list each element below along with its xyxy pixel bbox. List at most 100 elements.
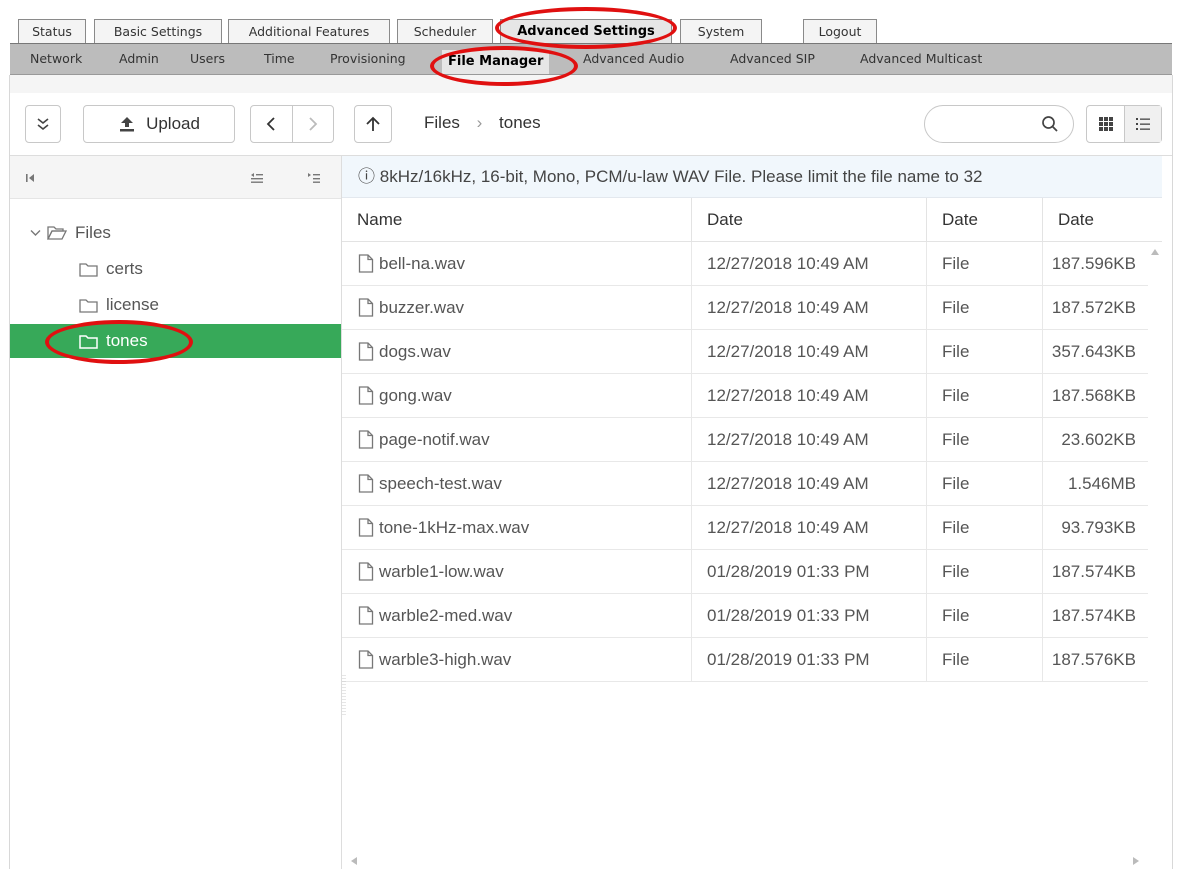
- collapse-toolbar-button[interactable]: [25, 105, 61, 143]
- file-name: tone-1kHz-max.wav: [379, 518, 530, 537]
- file-name: warble1-low.wav: [379, 562, 504, 581]
- tree-item-label: Files: [75, 223, 111, 242]
- subtab-users[interactable]: Users: [190, 44, 225, 74]
- tab-advanced-settings[interactable]: Advanced Settings: [500, 19, 672, 43]
- subtab-advanced-multicast[interactable]: Advanced Multicast: [860, 44, 982, 74]
- tree-item-license[interactable]: license: [10, 288, 341, 322]
- info-icon: ⓘ: [358, 167, 375, 186]
- file-icon: [358, 430, 374, 449]
- file-name: warble3-high.wav: [379, 650, 512, 669]
- file-size: 1.546MB: [1067, 474, 1136, 493]
- file-size: 187.568KB: [1051, 386, 1136, 405]
- subtab-provisioning[interactable]: Provisioning: [330, 44, 406, 74]
- parent-folder-button[interactable]: [354, 105, 392, 143]
- tab-status[interactable]: Status: [18, 19, 86, 43]
- file-type: File: [927, 242, 1043, 285]
- chevron-down-icon[interactable]: [30, 229, 41, 237]
- subtab-file-manager[interactable]: File Manager: [442, 50, 550, 74]
- tab-additional-features[interactable]: Additional Features: [228, 19, 390, 43]
- file-name-cell: gong.wav: [342, 374, 692, 417]
- back-button[interactable]: [251, 106, 293, 142]
- chevron-right-icon: [309, 117, 318, 131]
- file-name-cell: warble1-low.wav: [342, 550, 692, 593]
- tree-item-label: license: [106, 295, 159, 314]
- scroll-up-icon[interactable]: [1150, 248, 1160, 256]
- file-size: 187.574KB: [1051, 606, 1136, 625]
- file-name-cell: buzzer.wav: [342, 286, 692, 329]
- file-icon: [358, 386, 374, 405]
- collapse-all-icon[interactable]: [25, 172, 37, 184]
- file-date: 12/27/2018 10:49 AM: [692, 506, 927, 549]
- subtab-network[interactable]: Network: [30, 44, 82, 74]
- upload-button[interactable]: Upload: [83, 105, 235, 143]
- list-view-button[interactable]: [1125, 106, 1161, 142]
- tree-item-files[interactable]: Files: [10, 216, 341, 250]
- file-size: 93.793KB: [1061, 518, 1136, 537]
- table-row[interactable]: tone-1kHz-max.wav 12/27/2018 10:49 AM File…: [342, 506, 1162, 550]
- scroll-left-icon[interactable]: [350, 856, 358, 866]
- tree-item-label: tones: [106, 331, 148, 350]
- subtab-advanced-sip[interactable]: Advanced SIP: [730, 44, 815, 74]
- upload-label: Upload: [146, 114, 200, 133]
- forward-button[interactable]: [293, 106, 334, 142]
- outdent-icon[interactable]: [250, 172, 264, 184]
- tab-scheduler[interactable]: Scheduler: [397, 19, 493, 43]
- column-header-date[interactable]: Date: [692, 198, 927, 241]
- table-row[interactable]: bell-na.wav 12/27/2018 10:49 AM File 187.59…: [342, 242, 1162, 286]
- grid-view-button[interactable]: [1087, 106, 1126, 142]
- scroll-right-icon[interactable]: [1132, 856, 1140, 866]
- tab-basic-settings[interactable]: Basic Settings: [94, 19, 222, 43]
- search-icon[interactable]: [1041, 115, 1059, 133]
- tree-item-label: certs: [106, 259, 143, 278]
- search-input[interactable]: [924, 105, 1074, 143]
- file-icon: [358, 562, 374, 581]
- subtab-time[interactable]: Time: [264, 44, 295, 74]
- pane-splitter[interactable]: [342, 675, 346, 715]
- breadcrumb-files[interactable]: Files: [424, 113, 460, 132]
- table-row[interactable]: page-notif.wav 12/27/2018 10:49 AM File 23.…: [342, 418, 1162, 462]
- column-header-size[interactable]: Date: [1043, 198, 1162, 241]
- tree-item-tones[interactable]: tones: [10, 324, 341, 358]
- tab-logout[interactable]: Logout: [803, 19, 877, 43]
- column-header-type[interactable]: Date: [927, 198, 1043, 241]
- file-name-cell: dogs.wav: [342, 330, 692, 373]
- table-row[interactable]: warble2-med.wav 01/28/2019 01:33 PM File 18…: [342, 594, 1162, 638]
- subtab-admin[interactable]: Admin: [119, 44, 159, 74]
- table-row[interactable]: gong.wav 12/27/2018 10:49 AM File 187.568KB: [342, 374, 1162, 418]
- file-date: 12/27/2018 10:49 AM: [692, 418, 927, 461]
- column-header-name[interactable]: Name: [342, 198, 692, 241]
- vertical-scrollbar[interactable]: [1148, 242, 1162, 867]
- sub-tab-bar: Network Admin Users Time Provisioning Fi…: [10, 43, 1172, 75]
- file-date: 12/27/2018 10:49 AM: [692, 242, 927, 285]
- upload-icon: [120, 117, 135, 132]
- tree-item-certs[interactable]: certs: [10, 252, 341, 286]
- folder-open-icon: [47, 226, 67, 240]
- file-icon: [358, 518, 374, 537]
- file-date: 12/27/2018 10:49 AM: [692, 330, 927, 373]
- file-table-header: Name Date Date Date: [342, 198, 1162, 242]
- file-date: 12/27/2018 10:49 AM: [692, 374, 927, 417]
- indent-icon[interactable]: [307, 172, 321, 184]
- file-size: 187.596KB: [1051, 254, 1136, 273]
- table-row[interactable]: warble1-low.wav 01/28/2019 01:33 PM File 18…: [342, 550, 1162, 594]
- file-date: 12/27/2018 10:49 AM: [692, 462, 927, 505]
- table-row[interactable]: dogs.wav 12/27/2018 10:49 AM File 357.643KB: [342, 330, 1162, 374]
- double-chevron-down-icon: [37, 118, 49, 131]
- table-row[interactable]: buzzer.wav 12/27/2018 10:49 AM File 187.572…: [342, 286, 1162, 330]
- file-name: buzzer.wav: [379, 298, 465, 317]
- file-icon: [358, 254, 374, 273]
- file-name: dogs.wav: [379, 342, 451, 361]
- file-date: 01/28/2019 01:33 PM: [692, 594, 927, 637]
- file-type: File: [927, 506, 1043, 549]
- breadcrumb-tones[interactable]: tones: [499, 113, 541, 132]
- table-row[interactable]: speech-test.wav 12/27/2018 10:49 AM File 1.…: [342, 462, 1162, 506]
- file-date: 12/27/2018 10:49 AM: [692, 286, 927, 329]
- folder-icon: [79, 298, 98, 313]
- file-size: 187.574KB: [1051, 562, 1136, 581]
- breadcrumb: Files › tones: [424, 113, 541, 132]
- tab-system[interactable]: System: [680, 19, 762, 43]
- horizontal-scrollbar[interactable]: [342, 853, 1162, 869]
- subtab-advanced-audio[interactable]: Advanced Audio: [583, 44, 684, 74]
- info-text: 8kHz/16kHz, 16-bit, Mono, PCM/u-law WAV …: [379, 167, 983, 186]
- table-row[interactable]: warble3-high.wav 01/28/2019 01:33 PM File 1…: [342, 638, 1162, 682]
